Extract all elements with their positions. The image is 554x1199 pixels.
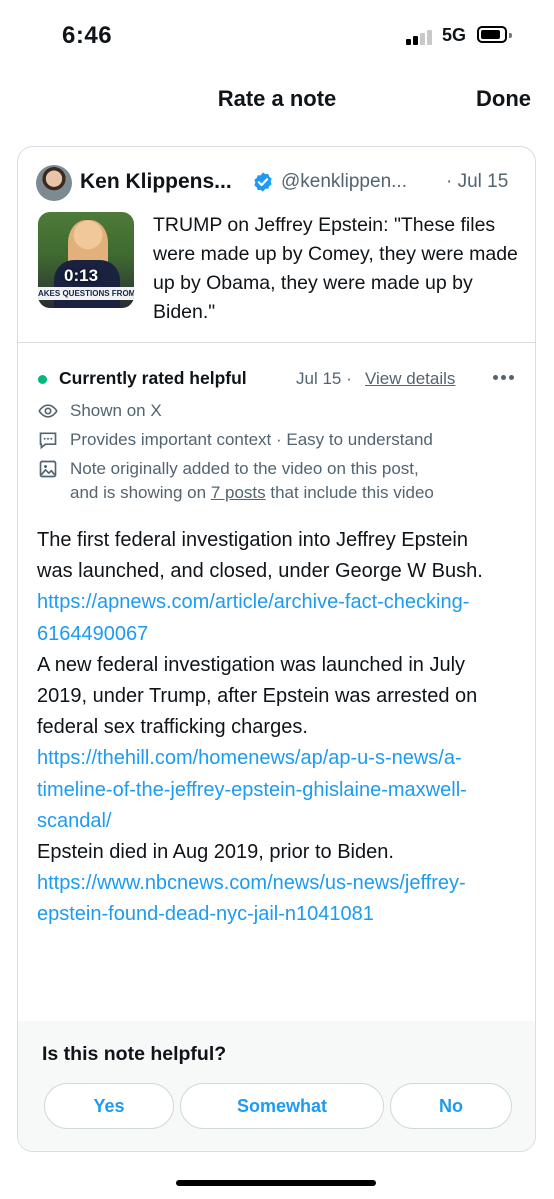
note-body: The first federal investigation into Jef… bbox=[37, 525, 507, 931]
note-origin-line1: Note originally added to the video on th… bbox=[70, 459, 419, 478]
image-icon bbox=[39, 460, 57, 478]
note-origin: Note originally added to the video on th… bbox=[70, 457, 434, 505]
helpful-status-date: Jul 15 · bbox=[296, 369, 352, 388]
rate-yes-button[interactable]: Yes bbox=[44, 1083, 174, 1129]
rate-somewhat-button[interactable]: Somewhat bbox=[180, 1083, 384, 1129]
more-options-icon[interactable] bbox=[493, 375, 515, 381]
status-bar: 6:46 5G bbox=[0, 0, 554, 70]
status-time: 6:46 bbox=[62, 22, 113, 49]
eye-icon bbox=[38, 404, 58, 418]
rating-question: Is this note helpful? bbox=[42, 1043, 227, 1065]
video-duration: 0:13 bbox=[64, 266, 99, 285]
note-source-link[interactable]: https://www.nbcnews.com/news/us-news/jef… bbox=[37, 868, 507, 930]
note-paragraph: The first federal investigation into Jef… bbox=[37, 529, 483, 583]
home-indicator[interactable] bbox=[176, 1180, 376, 1186]
helpful-status-label: Currently rated helpful bbox=[59, 368, 247, 388]
author-name[interactable]: Ken Klippens... bbox=[80, 170, 232, 194]
helpful-status-dot-icon bbox=[38, 375, 47, 384]
post-date: · Jul 15 bbox=[446, 171, 509, 192]
shown-on-x-label: Shown on X bbox=[70, 401, 162, 420]
page-title: Rate a note bbox=[217, 86, 337, 111]
quoted-post[interactable]: Ken Klippens... @kenklippen... · Jul 15 … bbox=[18, 147, 535, 342]
network-label: 5G bbox=[442, 25, 467, 45]
cellular-signal-icon bbox=[406, 29, 436, 45]
note-source-link[interactable]: https://apnews.com/article/archive-fact-… bbox=[37, 587, 507, 649]
divider bbox=[18, 342, 535, 343]
battery-icon bbox=[477, 26, 512, 43]
verified-badge-icon bbox=[254, 172, 272, 192]
seven-posts-link[interactable]: 7 posts bbox=[211, 483, 266, 502]
note-paragraph: A new federal investigation was launched… bbox=[37, 653, 478, 739]
note-source-link[interactable]: https://thehill.com/homenews/ap/ap-u-s-n… bbox=[37, 743, 507, 837]
author-handle[interactable]: @kenklippen... bbox=[281, 171, 407, 193]
post-text: TRUMP on Jeffrey Epstein: "These files w… bbox=[153, 214, 518, 323]
avatar[interactable] bbox=[36, 165, 72, 201]
note-card: Ken Klippens... @kenklippen... · Jul 15 … bbox=[17, 146, 536, 1152]
view-details-link[interactable]: View details bbox=[365, 369, 455, 389]
note-paragraph: Epstein died in Aug 2019, prior to Biden… bbox=[37, 841, 394, 864]
note-reasons: Provides important context · Easy to und… bbox=[70, 430, 433, 449]
rating-panel: Is this note helpful? Yes Somewhat No bbox=[18, 1021, 535, 1151]
comment-icon bbox=[39, 432, 57, 450]
done-button[interactable]: Done bbox=[476, 86, 531, 112]
rate-no-button[interactable]: No bbox=[390, 1083, 512, 1129]
video-ticker: AKES QUESTIONS FROM REPORTERS bbox=[38, 287, 134, 300]
note-origin-line2: and is showing on 7 posts that include t… bbox=[70, 483, 434, 502]
video-thumbnail[interactable]: AKES QUESTIONS FROM REPORTERS 0:13 bbox=[38, 212, 134, 308]
